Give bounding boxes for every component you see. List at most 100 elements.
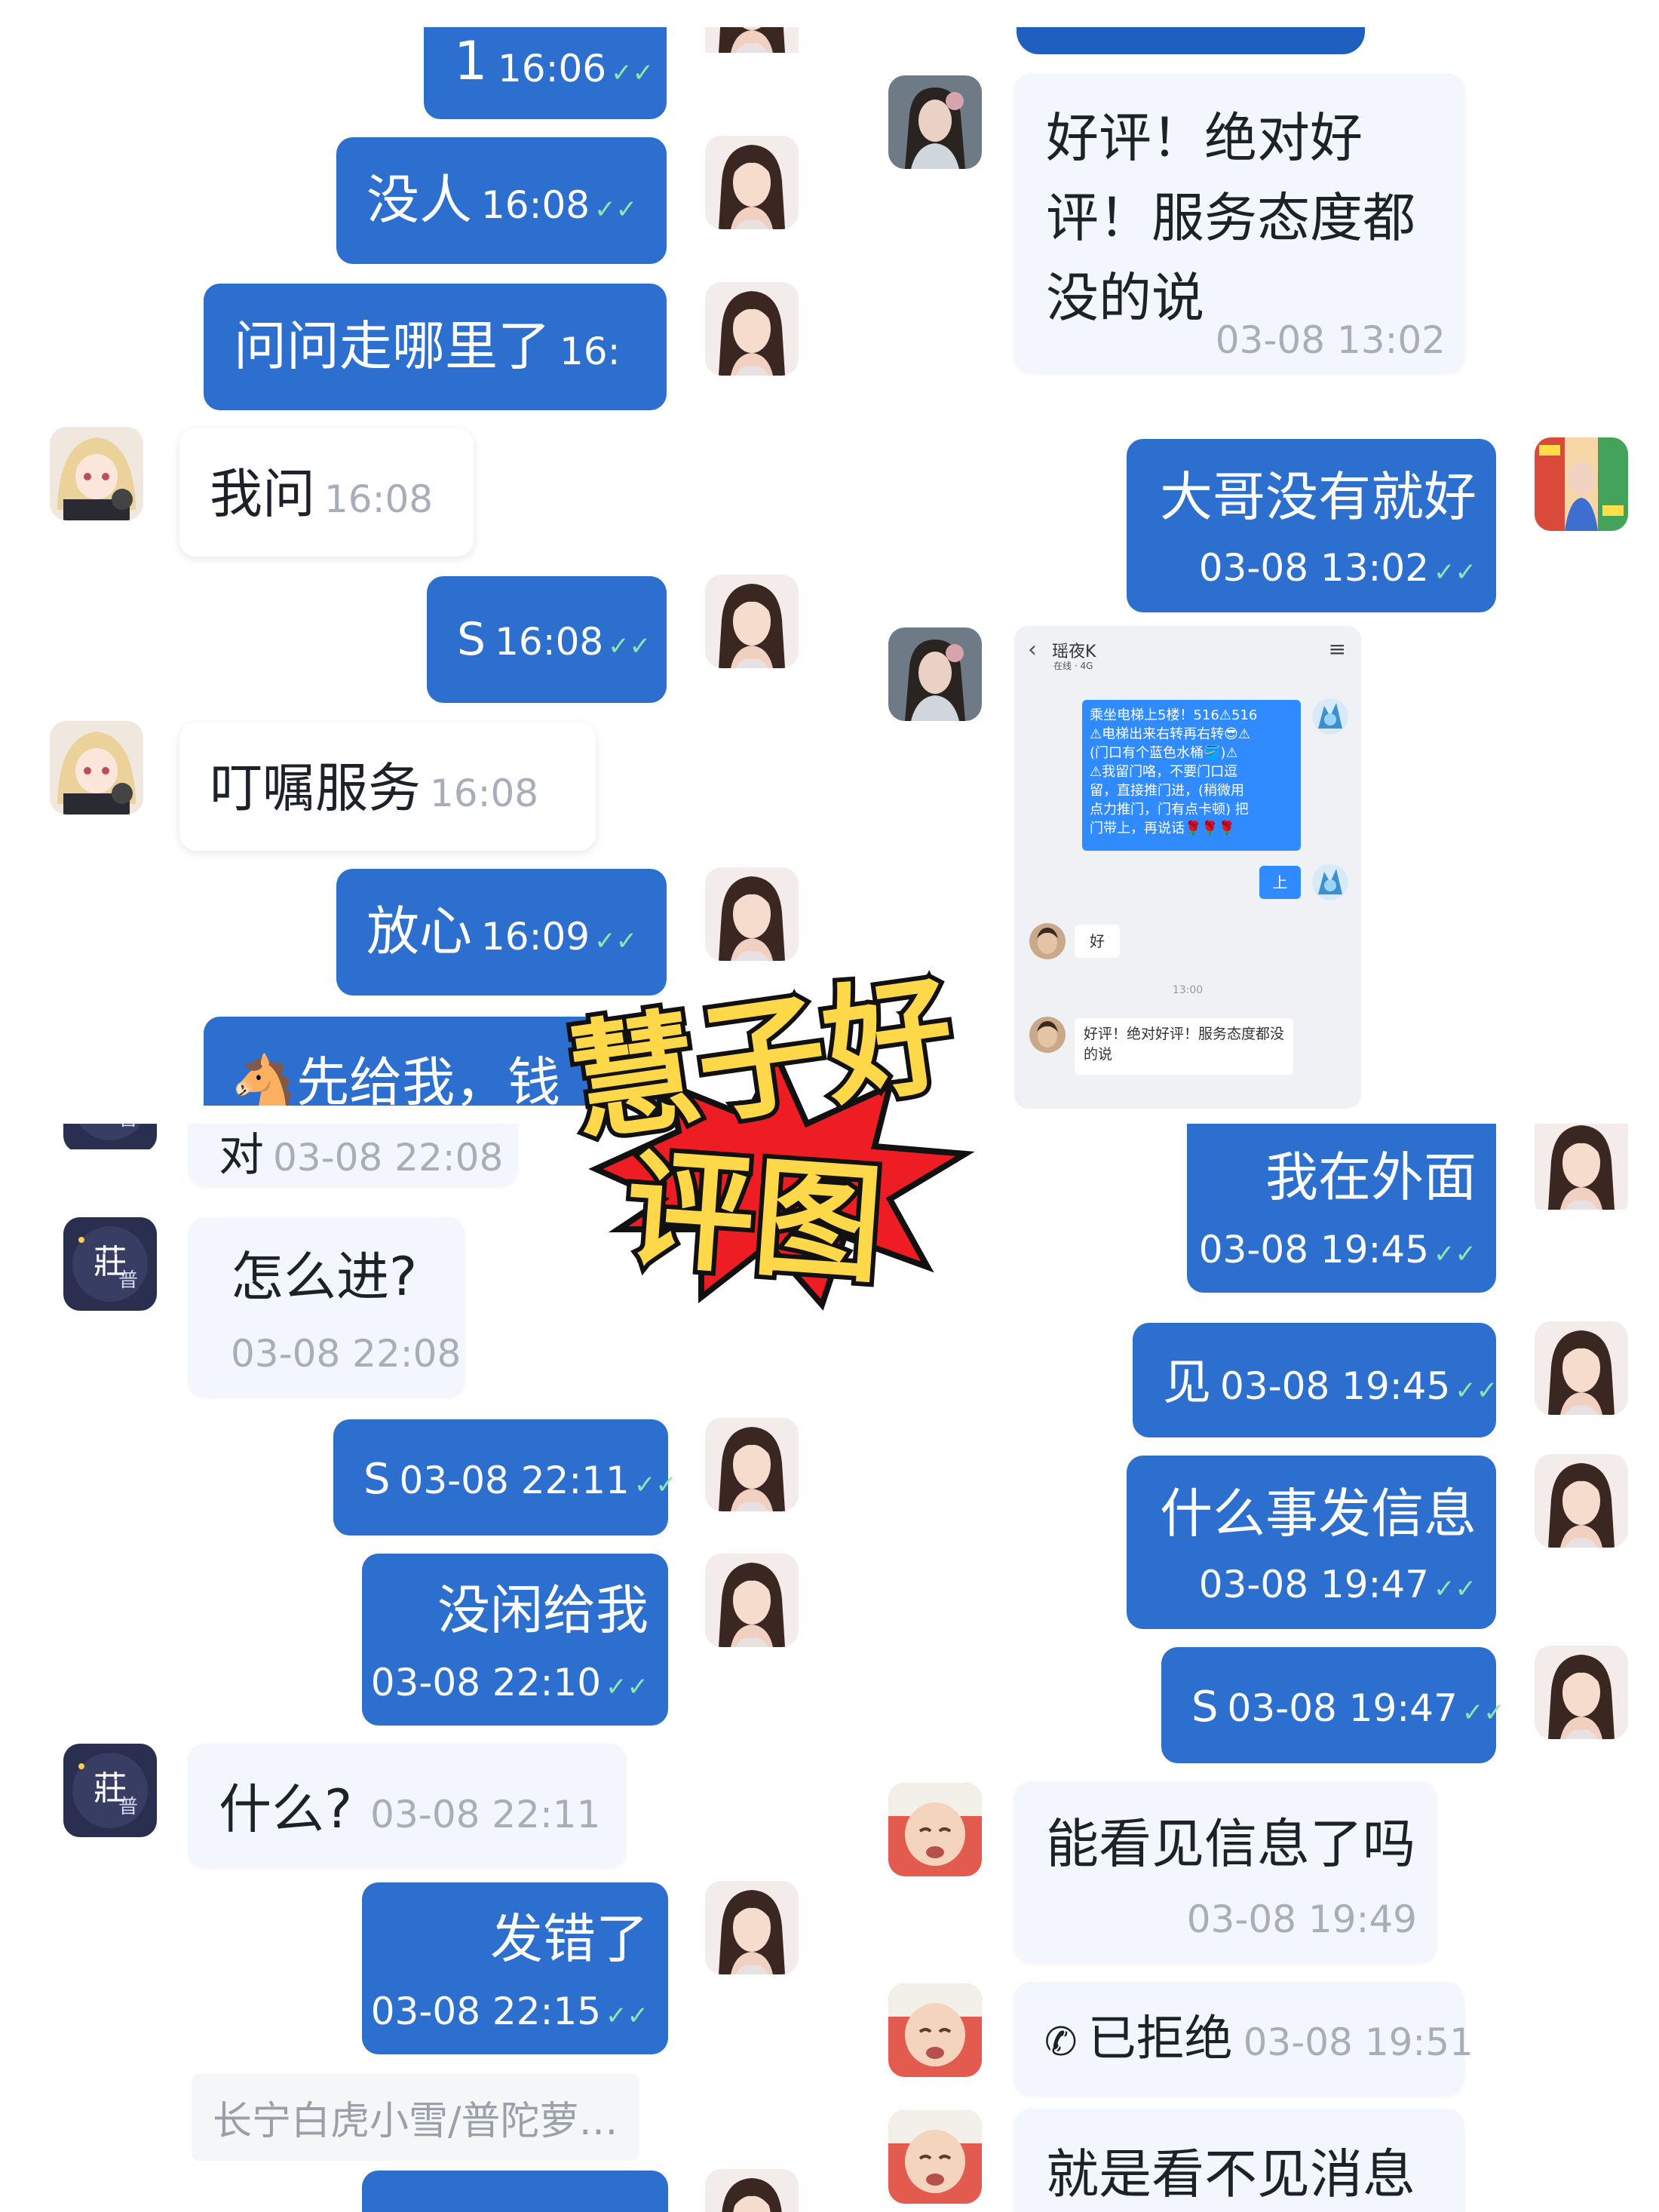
read-check-icon: ✓✓ bbox=[608, 631, 652, 661]
message-bubble[interactable]: 发错了 03-08 22:15 ✓✓ bbox=[362, 1882, 668, 2054]
message-time: 03-08 22:08 bbox=[273, 1136, 504, 1180]
phone-icon: ✆ bbox=[1044, 2020, 1078, 2065]
message-text: 大哥没有就好 bbox=[1160, 466, 1477, 528]
read-check-icon: ✓✓ bbox=[606, 2001, 649, 2031]
message-bubble[interactable] bbox=[362, 2171, 668, 2212]
avatar[interactable] bbox=[50, 427, 143, 520]
message-bubble[interactable]: 什么事发信息 03-08 19:47 ✓✓ bbox=[1127, 1456, 1496, 1629]
avatar[interactable] bbox=[705, 2169, 799, 2212]
avatar[interactable] bbox=[1535, 1124, 1628, 1217]
message-text: 没人 bbox=[366, 169, 472, 231]
avatar[interactable] bbox=[1535, 1454, 1628, 1548]
message-time: 03-08 19:45 ✓✓ bbox=[1198, 1228, 1477, 1272]
message-bubble[interactable]: 没人 16:08 ✓✓ bbox=[336, 137, 667, 264]
message-bubble[interactable]: 我问 16:08 bbox=[179, 428, 474, 557]
message-bubble[interactable]: S 03-08 19:47 ✓✓ bbox=[1161, 1647, 1505, 1763]
message-text: 评！服务态度都 bbox=[1046, 187, 1415, 249]
message-time: 03-08 19:49 bbox=[1186, 1898, 1417, 1941]
message-time: 16:08 ✓✓ bbox=[481, 183, 638, 227]
read-check-icon: ✓✓ bbox=[594, 195, 638, 225]
avatar[interactable] bbox=[50, 721, 143, 815]
message-time: 03-08 22:15 ✓✓ bbox=[370, 1990, 649, 2033]
avatar[interactable] bbox=[705, 1418, 799, 1511]
message-text: S bbox=[457, 613, 486, 666]
read-check-icon: ✓✓ bbox=[1434, 1574, 1477, 1604]
message-time: 03-08 13:02 bbox=[1215, 318, 1446, 362]
avatar[interactable] bbox=[705, 1554, 799, 1647]
screenshot-avatar bbox=[1312, 698, 1348, 735]
avatar[interactable] bbox=[888, 75, 982, 169]
message-bubble[interactable] bbox=[1017, 27, 1365, 54]
message-text: 1 bbox=[454, 30, 488, 92]
message-time: 03-08 19:51 bbox=[1243, 2020, 1473, 2064]
message-bubble[interactable]: 放心 16:09 ✓✓ bbox=[336, 869, 667, 996]
avatar[interactable] bbox=[63, 1217, 157, 1311]
message-text: 🐴先给我，钱 bbox=[231, 1051, 561, 1106]
message-bubble[interactable]: 就是看不见消息 bbox=[1014, 2109, 1464, 2212]
message-text: 好评！绝对好 bbox=[1046, 107, 1363, 169]
avatar[interactable] bbox=[705, 136, 799, 229]
screenshot-bubble: 好评！绝对好评！服务态度都没的说 bbox=[1075, 1018, 1293, 1075]
system-notice: 长宁白虎小雪/普陀萝… bbox=[192, 2074, 639, 2161]
screenshot-bubble: 好 bbox=[1075, 925, 1120, 958]
read-check-icon: ✓✓ bbox=[594, 926, 638, 956]
message-text: 什么事发信息 bbox=[1160, 1483, 1477, 1545]
message-time: 16: bbox=[560, 330, 621, 373]
avatar[interactable] bbox=[888, 1783, 982, 1876]
message-time: 03-08 19:45 ✓✓ bbox=[1220, 1364, 1498, 1408]
message-text: 叮嘱服务 bbox=[210, 757, 421, 819]
read-check-icon: ✓✓ bbox=[1455, 1376, 1498, 1406]
avatar[interactable] bbox=[1535, 1646, 1628, 1739]
message-text: 就是看不见消息 bbox=[1046, 2143, 1415, 2205]
message-bubble[interactable]: 什么? 03-08 22:11 bbox=[189, 1744, 626, 1867]
avatar[interactable] bbox=[705, 575, 799, 668]
screenshot-image[interactable]: ‹ 瑶夜K 在线 · 4G ≡ 乘坐电梯上5楼！516⚠516 ⚠电梯出来右转再… bbox=[1014, 626, 1361, 1109]
message-bubble[interactable]: S 03-08 22:11 ✓✓ bbox=[333, 1419, 677, 1536]
avatar[interactable] bbox=[1535, 1321, 1628, 1415]
read-check-icon: ✓✓ bbox=[606, 1672, 649, 1702]
avatar[interactable] bbox=[705, 1881, 799, 1974]
avatar[interactable] bbox=[63, 1744, 157, 1837]
message-text: 见 bbox=[1163, 1355, 1211, 1411]
message-bubble[interactable]: 1 16:06 ✓✓ bbox=[424, 27, 667, 119]
avatar[interactable] bbox=[63, 1124, 157, 1152]
read-check-icon: ✓✓ bbox=[611, 58, 655, 88]
message-bubble[interactable]: 叮嘱服务 16:08 bbox=[179, 723, 596, 851]
message-bubble[interactable]: 没闲给我 03-08 22:10 ✓✓ bbox=[362, 1554, 668, 1726]
message-time: 16:06 ✓✓ bbox=[498, 47, 655, 91]
message-bubble[interactable]: 对 03-08 22:08 bbox=[189, 1124, 517, 1186]
avatar[interactable] bbox=[888, 627, 982, 721]
avatar[interactable] bbox=[888, 2110, 982, 2204]
message-bubble[interactable]: 能看见信息了吗 03-08 19:49 bbox=[1014, 1781, 1437, 1962]
message-time: 03-08 22:10 ✓✓ bbox=[370, 1661, 649, 1704]
sticker-line-2: 评图 bbox=[617, 1130, 892, 1305]
message-bubble[interactable]: 怎么进? 03-08 22:08 bbox=[189, 1217, 465, 1397]
message-time: 03-08 22:11 bbox=[370, 1793, 601, 1836]
screenshot-time: 13:00 bbox=[1172, 984, 1204, 996]
message-text: 问问走哪里了 bbox=[234, 315, 550, 377]
message-text: S bbox=[363, 1455, 391, 1504]
message-time: 16:08 bbox=[324, 477, 434, 521]
message-bubble[interactable]: 好评！绝对好 评！服务态度都 没的说 03-08 13:02 bbox=[1014, 74, 1465, 373]
read-check-icon: ✓✓ bbox=[1434, 557, 1477, 588]
chat-panel-top-left: 1 16:06 ✓✓ 没人 16:08 ✓✓ 问问走哪里了 16: 我问 16:08… bbox=[0, 27, 830, 1106]
message-bubble[interactable]: 我在外面 03-08 19:45 ✓✓ bbox=[1187, 1124, 1496, 1293]
read-check-icon: ✓✓ bbox=[633, 1470, 677, 1500]
message-bubble[interactable]: 问问走哪里了 16: bbox=[204, 284, 667, 410]
avatar[interactable] bbox=[1535, 437, 1628, 531]
message-time: 16:08 bbox=[430, 772, 539, 815]
avatar[interactable] bbox=[705, 27, 799, 80]
avatar[interactable] bbox=[705, 282, 799, 376]
message-bubble[interactable]: 大哥没有就好 03-08 13:02 ✓✓ bbox=[1127, 439, 1496, 612]
screenshot-avatar bbox=[1312, 864, 1348, 900]
message-bubble[interactable]: ✆ 已拒绝 03-08 19:51 bbox=[1014, 1982, 1473, 2095]
message-bubble[interactable]: S 16:08 ✓✓ bbox=[427, 576, 667, 703]
read-check-icon: ✓✓ bbox=[1434, 1239, 1477, 1269]
message-time: 03-08 22:11 ✓✓ bbox=[399, 1459, 677, 1502]
message-text: 我在外面 bbox=[1265, 1146, 1477, 1208]
message-text: 能看见信息了吗 bbox=[1046, 1813, 1415, 1875]
message-bubble[interactable]: 见 03-08 19:45 ✓✓ bbox=[1133, 1323, 1498, 1437]
avatar[interactable] bbox=[888, 1983, 982, 2077]
avatar[interactable] bbox=[705, 867, 799, 961]
message-time: 16:09 ✓✓ bbox=[481, 915, 638, 959]
